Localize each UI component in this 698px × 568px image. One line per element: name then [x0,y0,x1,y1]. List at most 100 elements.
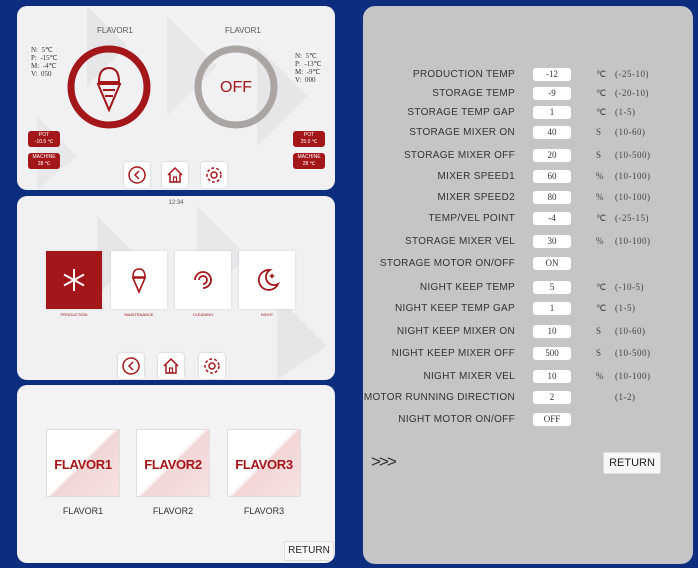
param-unit: ℃ [596,107,607,117]
flavor-right-title: FLAVOR1 [225,26,261,35]
left-temp-values: N: 5℃ P: -15℃ M: -4℃ V: 050 [31,46,58,78]
production-tile[interactable] [46,251,102,309]
moon-icon [258,269,280,291]
ice-cream-icon [131,268,147,295]
param-value-field[interactable]: 500 [533,347,571,360]
param-value-field[interactable]: OFF [533,413,571,426]
param-unit: ℃ [596,213,607,223]
param-value-field[interactable]: 5 [533,281,571,294]
param-value-field[interactable]: ON [533,257,571,270]
home-button[interactable] [162,162,188,188]
param-value-field[interactable]: 40 [533,126,571,139]
pot-left-box: POT -10.5 ℃ [28,131,60,147]
param-unit: S [596,348,602,358]
param-value-field[interactable]: 2 [533,391,571,404]
cleaning-tile[interactable] [175,251,231,309]
ice-cream-icon [96,66,122,113]
param-unit: % [596,171,604,181]
param-label: TEMP/VEL POINT [428,213,515,224]
param-value-field[interactable]: 60 [533,170,571,183]
param-label: NIGHT KEEP MIXER ON [396,326,515,337]
pot-left-label: POT [38,132,50,138]
param-range: (10-500) [615,348,651,358]
param-unit: ℃ [596,282,607,292]
param-unit: S [596,150,602,160]
param-row: NIGHT KEEP MIXER ON 10 S (10-60) [363,324,693,341]
flavor2-tile[interactable]: FLAVOR2 [136,429,210,497]
maintenance-tile[interactable] [111,251,167,309]
cleaning-label: CLEANING [192,312,214,317]
snowflake-icon [63,269,85,291]
param-range: (10-100) [615,171,651,181]
machine-right-value: 28 ℃ [302,161,316,167]
return-button[interactable]: RETURN [603,452,661,474]
param-value-field[interactable]: 10 [533,370,571,383]
param-value-field[interactable]: 80 [533,191,571,204]
param-row: MOTOR RUNNING DIRECTION 2 (1-2) [363,390,693,407]
flavor1-tile[interactable]: FLAVOR1 [46,429,120,497]
next-page-arrows[interactable]: >>> [371,452,397,472]
param-value-field[interactable]: 1 [533,302,571,315]
param-range: (-20-10) [615,88,649,98]
return-button[interactable]: RETURN [284,541,334,561]
dashboard-screen: FLAVOR1 FLAVOR1 N: 5℃ P: -15℃ M: -4℃ V: … [17,6,335,190]
param-unit: ℃ [596,69,607,79]
param-label: NIGHT MIXER VEL [423,371,515,382]
flavor-left-dial[interactable] [66,44,152,130]
param-row: TEMP/VEL POINT -4 ℃ (-25-15) [363,211,693,228]
flavor2-label: FLAVOR2 [152,506,194,516]
machine-left-label: MACHINE [32,154,56,160]
param-row: STORAGE MIXER OFF 20 S (10-500) [363,148,693,165]
pot-right-label: POT [303,132,315,138]
param-value-field[interactable]: -12 [533,68,571,81]
param-row: PRODUCTION TEMP -12 ℃ (-25-10) [363,67,693,84]
settings-button[interactable] [201,162,227,188]
param-row: STORAGE MOTOR ON/OFF ON [363,256,693,273]
param-label: NIGHT MOTOR ON/OFF [398,414,515,425]
param-unit: % [596,192,604,202]
param-value-field[interactable]: -9 [533,87,571,100]
settings-button[interactable] [199,353,225,379]
param-label: MOTOR RUNNING DIRECTION [363,392,515,403]
production-label: PRODUCTION [60,312,88,317]
param-range: (-10-5) [615,282,644,292]
param-range: (10-100) [615,371,651,381]
param-value-field[interactable]: -4 [533,212,571,225]
param-value-field[interactable]: 30 [533,235,571,248]
pot-left-value: -10.5 ℃ [34,139,54,145]
machine-right-label: MACHINE [297,154,321,160]
back-button[interactable] [118,353,144,379]
night-label: NIGHT [260,312,274,317]
flavor3-label: FLAVOR3 [243,506,285,516]
machine-left-value: 28 ℃ [37,161,51,167]
param-label: NIGHT KEEP TEMP GAP [395,303,515,314]
param-label: STORAGE MIXER VEL [405,236,515,247]
param-row: STORAGE MIXER VEL 30% (10-100) [363,234,693,251]
gear-icon [206,167,222,183]
param-label: PRODUCTION TEMP [412,69,515,80]
param-range: (10-60) [615,127,646,137]
parameter-settings-screen: PRODUCTION TEMP -12 ℃ (-25-10) STORAGE TEMP -… [363,6,693,564]
param-row: STORAGE TEMP -9 ℃ (-20-10) [363,86,693,103]
flavor-select-screen: FLAVOR1 FLAVOR2 FLAVOR3 FLAVOR1 FLAVOR2 … [17,385,335,563]
chevron-left-icon [122,357,140,375]
home-button[interactable] [158,353,184,379]
param-label: STORAGE MIXER OFF [403,150,515,161]
flavor-left-title: FLAVOR1 [97,26,133,35]
back-button[interactable] [124,162,150,188]
param-value-field[interactable]: 1 [533,106,571,119]
machine-left-box: MACHINE 28 ℃ [28,153,60,169]
flavor3-tile[interactable]: FLAVOR3 [227,429,301,497]
param-label: NIGHT KEEP MIXER OFF [391,348,515,359]
machine-right-box: MACHINE 28 ℃ [293,153,325,169]
param-label: STORAGE MOTOR ON/OFF [379,258,515,269]
param-value-field[interactable]: 20 [533,149,571,162]
param-range: (10-100) [615,236,651,246]
clock-time: 12:34 [168,200,184,206]
gear-icon [204,358,220,374]
home-icon [163,357,179,374]
param-unit: % [596,371,604,381]
right-off-status: OFF [220,79,252,96]
night-tile[interactable] [239,251,295,309]
param-value-field[interactable]: 10 [533,325,571,338]
